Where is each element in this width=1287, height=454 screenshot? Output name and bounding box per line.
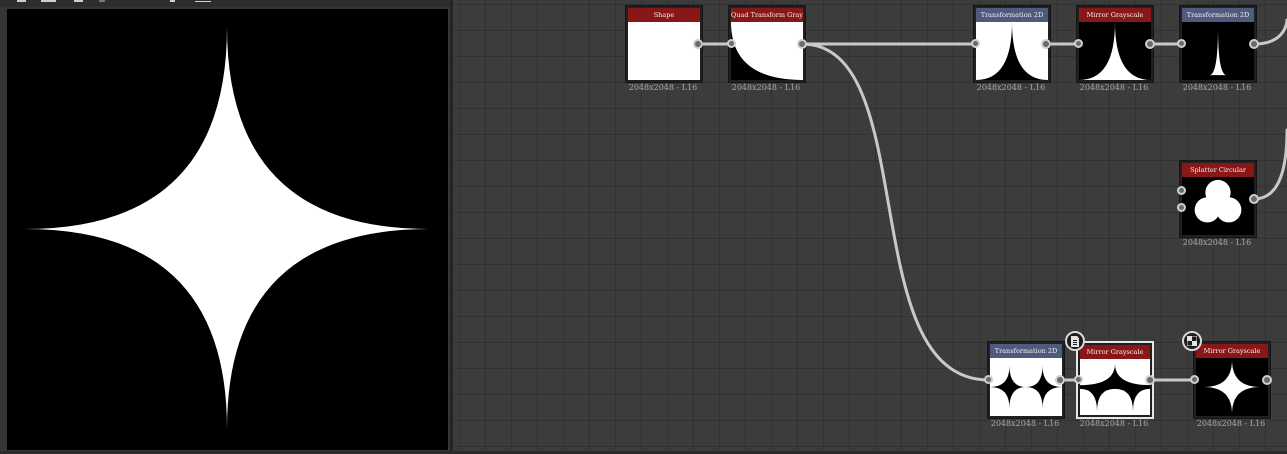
checker-icon[interactable] (1182, 331, 1202, 351)
wire (1252, 128, 1287, 201)
node-caption: 2048x2048 - L16 (976, 83, 1046, 92)
node-thumbnail (976, 22, 1048, 80)
document-icon[interactable] (1065, 331, 1085, 351)
output-port[interactable] (1249, 194, 1259, 204)
input-port[interactable] (1074, 375, 1083, 384)
node-caption: 2048x2048 - L16 (628, 83, 698, 92)
input-port[interactable] (1190, 375, 1199, 384)
node-caption: 2048x2048 - L16 (1182, 238, 1252, 247)
output-port[interactable] (1145, 375, 1155, 385)
node-thumbnail (1182, 177, 1254, 235)
node-caption: 2048x2048 - L16 (731, 83, 801, 92)
node-caption: 2048x2048 - L16 (1079, 419, 1149, 428)
node-quad-transform-grayscale[interactable]: Quad Transform Gray... (728, 5, 806, 83)
node-transformation-2d[interactable]: Transformation 2D (987, 341, 1065, 419)
node-caption: 2048x2048 - L16 (1182, 83, 1252, 92)
output-port[interactable] (693, 39, 703, 49)
node-thumbnail (1182, 22, 1254, 80)
toolbar-icon[interactable] (17, 0, 26, 2)
view-toolbar (0, 0, 453, 7)
star-preview (25, 27, 429, 429)
node-thumbnail (1080, 359, 1150, 415)
node-thumbnail (990, 358, 1062, 416)
node-title: Shape (628, 8, 700, 22)
toolbar-icon[interactable] (74, 0, 83, 2)
node-transformation-2d[interactable]: Transformation 2D (973, 5, 1051, 83)
node-caption: 2048x2048 - L16 (1079, 83, 1149, 92)
input-port[interactable] (1177, 186, 1186, 195)
toolbar-icon[interactable] (170, 0, 175, 2)
input-port[interactable] (727, 39, 736, 48)
input-port[interactable] (984, 375, 993, 384)
input-port[interactable] (1074, 39, 1083, 48)
toolbar-icon[interactable] (99, 0, 105, 2)
node-splatter-circular[interactable]: Splatter Circular (1179, 160, 1257, 238)
node-title: Quad Transform Gray... (731, 8, 803, 22)
node-thumbnail (1196, 358, 1268, 416)
node-title: Transformation 2D (976, 8, 1048, 22)
node-title: Mirror Grayscale (1079, 8, 1151, 22)
output-port[interactable] (1041, 39, 1051, 49)
toolbar-icon[interactable] (41, 0, 56, 2)
wire-layer (697, 18, 1287, 382)
node-title: Transformation 2D (990, 344, 1062, 358)
node-caption: 2048x2048 - L16 (1196, 419, 1266, 428)
wire (1252, 18, 1287, 46)
preview-canvas[interactable] (7, 9, 448, 450)
node-mirror-grayscale-selected[interactable]: Mirror Grayscale (1076, 341, 1154, 419)
node-thumbnail (731, 22, 803, 80)
node-title: Mirror Grayscale (1196, 344, 1268, 358)
input-port[interactable] (1177, 39, 1186, 48)
node-transformation-2d[interactable]: Transformation 2D (1179, 5, 1257, 83)
node-mirror-grayscale[interactable]: Mirror Grayscale (1076, 5, 1154, 83)
node-graph[interactable]: Shape 2048x2048 - L16 Quad Transform Gra… (453, 0, 1287, 451)
output-port[interactable] (1055, 375, 1065, 385)
output-port[interactable] (1262, 375, 1272, 385)
2d-view-panel (0, 0, 453, 451)
output-port[interactable] (797, 39, 807, 49)
input-port[interactable] (1177, 203, 1186, 212)
input-port[interactable] (971, 39, 980, 48)
output-port[interactable] (1145, 39, 1155, 49)
node-title: Mirror Grayscale (1080, 345, 1150, 359)
node-title: Transformation 2D (1182, 8, 1254, 22)
node-shape[interactable]: Shape (625, 5, 703, 83)
node-mirror-grayscale[interactable]: Mirror Grayscale (1193, 341, 1271, 419)
wire (800, 42, 991, 382)
node-thumbnail (628, 22, 700, 80)
node-caption: 2048x2048 - L16 (990, 419, 1060, 428)
toolbar-icon[interactable] (195, 1, 211, 2)
node-thumbnail (1079, 22, 1151, 80)
node-title: Splatter Circular (1182, 163, 1254, 177)
output-port[interactable] (1249, 39, 1259, 49)
